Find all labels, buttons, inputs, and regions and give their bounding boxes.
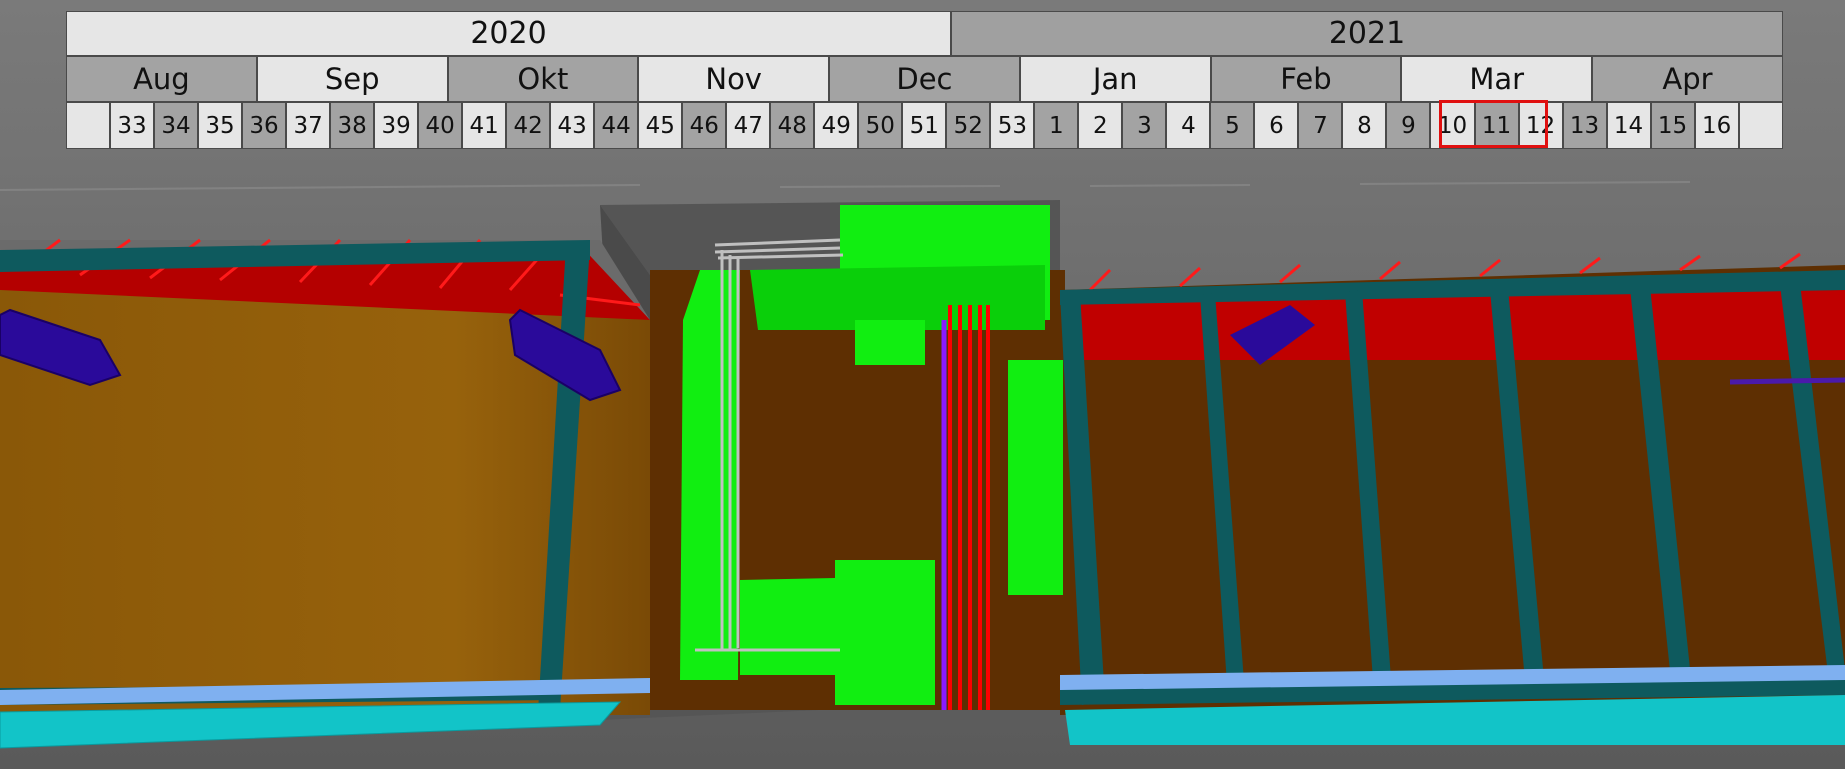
week-cell-48[interactable]: 48 — [770, 102, 815, 149]
year-cell-2020[interactable]: 2020 — [66, 11, 951, 56]
month-cell-okt[interactable]: Okt — [447, 56, 639, 102]
week-cell-1[interactable]: 1 — [1034, 102, 1079, 149]
week-row: 33 34 35 36 37 38 39 40 41 42 43 44 45 46 47 48 49 50 51 52… — [66, 102, 1783, 149]
week-cell-7[interactable]: 7 — [1298, 102, 1343, 149]
week-cell-36[interactable]: 36 — [242, 102, 287, 149]
month-cell-feb[interactable]: Feb — [1210, 56, 1402, 102]
month-cell-dec[interactable]: Dec — [829, 56, 1020, 102]
week-cell-6[interactable]: 6 — [1254, 102, 1299, 149]
month-cell-sep[interactable]: Sep — [256, 56, 448, 102]
week-cell-52[interactable]: 52 — [946, 102, 991, 149]
week-cell-10[interactable]: 10 — [1430, 102, 1475, 149]
week-cell-34[interactable]: 34 — [154, 102, 199, 149]
week-cell-14[interactable]: 14 — [1606, 102, 1651, 149]
year-cell-2021[interactable]: 2021 — [951, 11, 1783, 56]
week-cell-38[interactable]: 38 — [330, 102, 375, 149]
week-cell-44[interactable]: 44 — [594, 102, 639, 149]
month-cell-apr[interactable]: Apr — [1592, 56, 1783, 102]
month-cell-mar[interactable]: Mar — [1401, 56, 1593, 102]
week-cell-blank[interactable] — [66, 102, 111, 149]
week-cell-40[interactable]: 40 — [418, 102, 463, 149]
week-cell-47[interactable]: 47 — [726, 102, 771, 149]
week-cell-51[interactable]: 51 — [902, 102, 947, 149]
month-cell-aug[interactable]: Aug — [66, 56, 257, 102]
week-cell-8[interactable]: 8 — [1342, 102, 1387, 149]
week-cell-9[interactable]: 9 — [1386, 102, 1431, 149]
month-cell-jan[interactable]: Jan — [1019, 56, 1211, 102]
week-cell-37[interactable]: 37 — [286, 102, 331, 149]
week-cell-46[interactable]: 46 — [682, 102, 727, 149]
week-cell-15[interactable]: 15 — [1650, 102, 1695, 149]
week-cell-39[interactable]: 39 — [374, 102, 419, 149]
week-cell-49[interactable]: 49 — [814, 102, 859, 149]
year-row: 2020 2021 — [66, 11, 1783, 56]
week-cell-35[interactable]: 35 — [198, 102, 243, 149]
week-cell-43[interactable]: 43 — [550, 102, 595, 149]
right-foundation-block — [1060, 252, 1845, 745]
week-cell-16[interactable]: 16 — [1694, 102, 1739, 149]
week-cell-33[interactable]: 33 — [110, 102, 155, 149]
week-cell-5[interactable]: 5 — [1210, 102, 1255, 149]
week-cell-3[interactable]: 3 — [1122, 102, 1167, 149]
week-cell-45[interactable]: 45 — [638, 102, 683, 149]
week-cell-12[interactable]: 12 — [1518, 102, 1563, 149]
week-cell-4[interactable]: 4 — [1166, 102, 1211, 149]
left-foundation-block — [0, 238, 650, 749]
week-cell-11[interactable]: 11 — [1474, 102, 1519, 149]
week-cell-2[interactable]: 2 — [1078, 102, 1123, 149]
week-cell-41[interactable]: 41 — [462, 102, 507, 149]
week-cell-53[interactable]: 53 — [990, 102, 1035, 149]
week-cell-13[interactable]: 13 — [1562, 102, 1607, 149]
week-cell-blank[interactable] — [1738, 102, 1783, 149]
schedule-timeline: 2020 2021 Aug Sep Okt Nov Dec Jan Feb Mar Apr 33 3… — [66, 11, 1783, 149]
week-cell-42[interactable]: 42 — [506, 102, 551, 149]
month-row: Aug Sep Okt Nov Dec Jan Feb Mar Apr — [66, 56, 1783, 102]
week-cell-50[interactable]: 50 — [858, 102, 903, 149]
month-cell-nov[interactable]: Nov — [638, 56, 830, 102]
